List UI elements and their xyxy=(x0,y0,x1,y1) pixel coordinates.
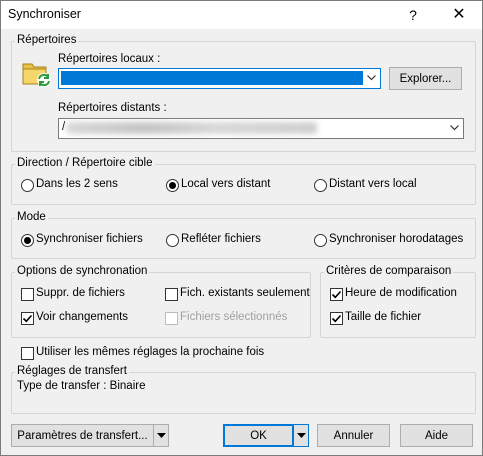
comparison-group: Critères de comparaison xyxy=(320,265,476,338)
local-directories-label: Répertoires locaux : xyxy=(58,53,161,65)
chevron-down-icon xyxy=(296,432,306,438)
radio-local-to-remote[interactable] xyxy=(166,179,179,192)
transfer-params-dropdown[interactable] xyxy=(153,424,169,447)
file-size-checkbox[interactable] xyxy=(330,312,343,325)
remote-directory-blurred xyxy=(67,122,317,134)
radio-mirror-files-label[interactable]: Refléter fichiers xyxy=(181,233,261,245)
transfer-settings-group: Réglages de transfert xyxy=(11,365,476,414)
delete-files-checkbox[interactable] xyxy=(21,288,34,301)
radio-both-label[interactable]: Dans les 2 sens xyxy=(36,178,118,190)
existing-only-label[interactable]: Fich. existants seulement xyxy=(180,287,310,299)
directories-legend: Répertoires xyxy=(15,34,79,46)
remote-directory-combobox[interactable]: / xyxy=(58,118,464,139)
mod-time-checkbox[interactable] xyxy=(330,288,343,301)
comparison-legend: Critères de comparaison xyxy=(324,265,454,277)
ok-button[interactable]: OK xyxy=(223,424,294,447)
sync-options-legend: Options de synchronation xyxy=(15,265,150,277)
radio-mirror-files[interactable] xyxy=(166,234,179,247)
selected-files-label: Fichiers sélectionnés xyxy=(180,311,288,323)
transfer-params-button[interactable]: Paramètres de transfert... xyxy=(11,424,154,447)
ok-split-button[interactable]: OK xyxy=(223,424,309,447)
radio-sync-files-label[interactable]: Synchroniser fichiers xyxy=(36,233,143,245)
direction-legend: Direction / Répertoire cible xyxy=(15,157,155,169)
folder-sync-icon xyxy=(22,63,51,87)
close-icon[interactable]: ✕ xyxy=(439,3,479,27)
transfer-params-split-button[interactable]: Paramètres de transfert... xyxy=(11,424,169,447)
mod-time-label[interactable]: Heure de modification xyxy=(345,287,457,299)
help-button[interactable]: Aide xyxy=(400,424,473,447)
radio-remote-to-local-label[interactable]: Distant vers local xyxy=(329,178,417,190)
radio-remote-to-local[interactable] xyxy=(314,179,327,192)
browse-button[interactable]: Explorer... xyxy=(389,67,462,90)
checkmark-icon xyxy=(22,314,33,323)
transfer-settings-legend: Réglages de transfert xyxy=(15,365,129,377)
title-bar: Synchroniser ? ✕ xyxy=(1,1,482,29)
synchronize-dialog: Synchroniser ? ✕ Répertoires Répertoires… xyxy=(0,0,483,456)
remote-directory-value: / xyxy=(62,121,66,133)
chevron-down-icon xyxy=(156,432,166,438)
selected-files-checkbox xyxy=(165,312,178,325)
radio-sync-files[interactable] xyxy=(21,234,34,247)
cancel-button[interactable]: Annuler xyxy=(317,424,390,447)
checkmark-icon xyxy=(331,314,342,323)
transfer-type-text: Type de transfer : Binaire xyxy=(17,380,146,392)
reuse-settings-checkbox[interactable] xyxy=(21,347,34,360)
mode-legend: Mode xyxy=(15,211,48,223)
local-directory-combobox[interactable] xyxy=(58,68,381,89)
radio-sync-timestamps[interactable] xyxy=(314,234,327,247)
remote-directories-label: Répertoires distants : xyxy=(58,102,167,114)
preview-changes-checkbox[interactable] xyxy=(21,312,34,325)
delete-files-label[interactable]: Suppr. de fichiers xyxy=(36,287,125,299)
reuse-settings-label[interactable]: Utiliser les mêmes réglages la prochaine… xyxy=(36,346,264,358)
radio-local-to-remote-label[interactable]: Local vers distant xyxy=(181,178,271,190)
help-icon[interactable]: ? xyxy=(393,3,433,27)
existing-only-checkbox[interactable] xyxy=(165,288,178,301)
chevron-down-icon[interactable] xyxy=(363,69,380,87)
file-size-label[interactable]: Taille de fichier xyxy=(345,311,421,323)
radio-both[interactable] xyxy=(21,179,34,192)
local-directory-selection xyxy=(61,71,363,85)
ok-dropdown[interactable] xyxy=(293,424,309,447)
chevron-down-icon[interactable] xyxy=(446,119,463,137)
preview-changes-label[interactable]: Voir changements xyxy=(36,311,128,323)
radio-sync-timestamps-label[interactable]: Synchroniser horodatages xyxy=(329,233,463,245)
window-title: Synchroniser xyxy=(8,7,81,21)
sync-options-group: Options de synchronation xyxy=(11,265,311,338)
checkmark-icon xyxy=(331,290,342,299)
